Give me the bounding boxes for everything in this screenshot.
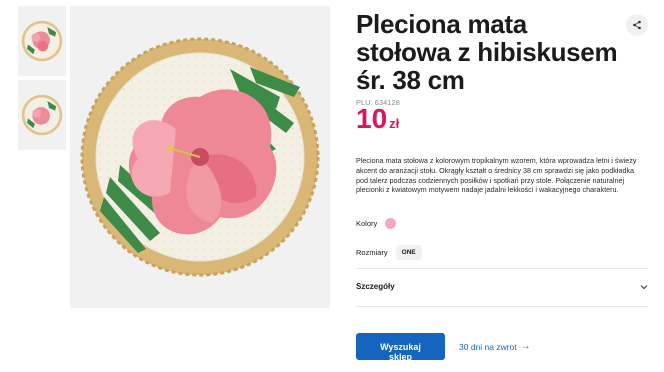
find-store-button[interactable]: Wyszukaj sklep [356,333,445,362]
product-title: Pleciona mata stołowa z hibiskusem śr. 3… [356,9,618,95]
details-label: Szczegóły [356,282,395,291]
divider [356,306,648,307]
divider [356,268,648,269]
thumbnail-2[interactable] [18,80,66,150]
share-icon [633,20,641,30]
color-selector: Kolory [356,218,397,229]
size-option-one[interactable]: ONE [395,245,422,260]
main-product-image [70,6,330,308]
action-row: Wyszukaj sklep 30 dni na zwrot → [356,333,531,362]
returns-link[interactable]: 30 dni na zwrot → [459,341,531,352]
placemat-thumbnail-image [21,94,63,136]
thumbnail-gallery [18,6,66,154]
colors-label: Kolory [356,219,378,228]
size-selector: Rozmiary ONE [356,245,422,260]
placemat-thumbnail-image [21,20,63,62]
product-plu: PLU: 634128 [356,98,648,107]
details-accordion[interactable]: Szczegóły [356,282,648,291]
product-info: Pleciona mata stołowa z hibiskusem śr. 3… [356,9,648,362]
arrow-right-icon: → [520,341,531,352]
price-value: 10 [356,103,388,134]
product-price: 10 zł [356,104,399,134]
color-swatch-pink[interactable] [385,218,397,229]
share-button[interactable] [626,14,648,36]
chevron-down-icon [640,284,648,289]
sizes-label: Rozmiary [356,248,388,257]
placemat-image [80,37,320,277]
thumbnail-1[interactable] [18,6,66,76]
price-currency: zł [389,116,400,131]
returns-label: 30 dni na zwrot [459,341,517,352]
product-description: Pleciona mata stołowa z kolorowym tropik… [356,156,637,195]
